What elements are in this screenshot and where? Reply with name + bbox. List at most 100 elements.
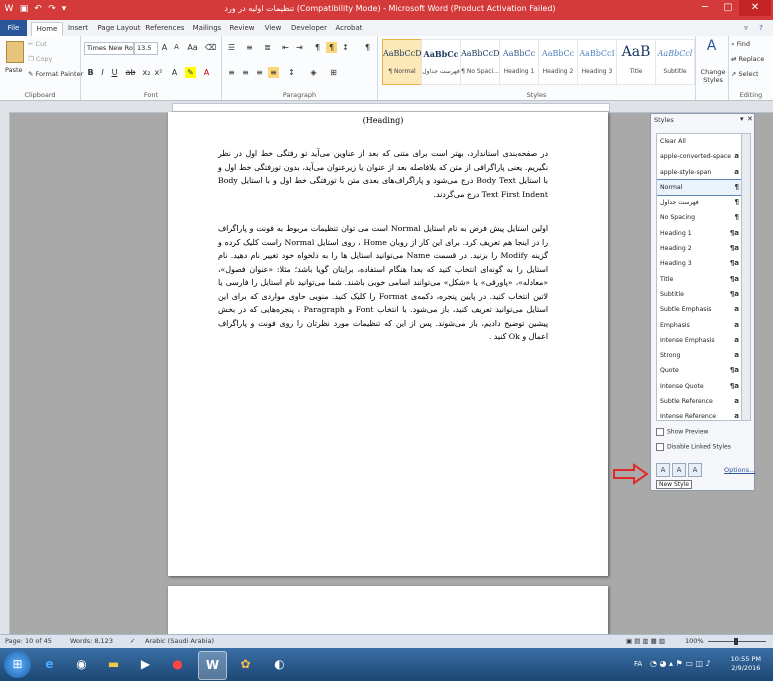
word-taskbar-icon[interactable]: W <box>198 651 227 680</box>
options-link[interactable]: Options... <box>724 466 755 474</box>
tab-references[interactable]: References <box>145 22 185 35</box>
change-styles-icon[interactable]: A <box>706 39 717 53</box>
numbering-icon[interactable]: ≡ <box>244 42 255 53</box>
customize-toolbar-icon[interactable]: ▾ <box>58 3 70 15</box>
cut-button[interactable]: ✂ Cut <box>28 40 47 48</box>
line-spacing-icon[interactable]: ↕ <box>286 67 297 78</box>
vertical-ruler[interactable] <box>0 112 10 634</box>
style-list-scrollbar[interactable] <box>741 133 751 421</box>
find-button[interactable]: ⌕ Find <box>731 40 750 49</box>
language-indicator[interactable]: FA <box>634 660 642 668</box>
font-size-combo[interactable]: 13.5 <box>134 42 158 55</box>
style-item[interactable]: apple-converted-space a <box>657 149 742 164</box>
app-icon[interactable]: ● <box>164 651 191 678</box>
minimize-button[interactable]: ─ <box>693 0 717 16</box>
bold-icon[interactable]: B <box>85 67 96 78</box>
media-player-icon[interactable]: ▶ <box>132 651 159 678</box>
format-painter-button[interactable]: ✎ Format Painter <box>28 70 83 78</box>
zoom-slider[interactable] <box>708 638 766 645</box>
style-item[interactable]: Heading 3 ¶a <box>657 256 742 271</box>
subscript-icon[interactable]: x₂ <box>141 67 152 78</box>
style-item[interactable]: Emphasis a <box>657 318 742 333</box>
ltr-icon[interactable]: ¶ <box>312 42 323 53</box>
style-gallery-no-spacing[interactable]: AaBbCcDc¶ No Spaci... <box>460 39 500 85</box>
clock[interactable]: 10:55 PM 2/9/2016 <box>731 655 761 673</box>
internet-explorer-icon[interactable]: e <box>36 651 63 678</box>
style-gallery-heading-2[interactable]: AaBbCc Heading 2 <box>538 39 578 85</box>
file-explorer-icon[interactable]: ▬ <box>100 651 127 678</box>
paste-button[interactable]: Paste <box>5 66 23 74</box>
rtl-icon[interactable]: ¶ <box>326 42 337 53</box>
help-icon[interactable]: ? <box>755 22 767 35</box>
strikethrough-icon[interactable]: ab <box>125 67 136 78</box>
justify-icon[interactable]: ≡ <box>268 67 279 78</box>
multilevel-list-icon[interactable]: ≣ <box>262 42 273 53</box>
zoom-level[interactable]: 100% <box>685 637 704 645</box>
highlight-icon[interactable]: ✎ <box>185 67 196 78</box>
save-icon[interactable]: ▣ <box>18 3 30 15</box>
tray-icons[interactable]: ◔ ◕ ▴ ⚑ ▭ ◫ ♪ <box>650 659 711 668</box>
tab-acrobat[interactable]: Acrobat <box>333 22 365 35</box>
maximize-button[interactable]: ▢ <box>717 0 739 16</box>
language-status[interactable]: Arabic (Saudi Arabia) <box>145 637 214 645</box>
word-app-icon[interactable]: W <box>3 3 15 15</box>
superscript-icon[interactable]: x² <box>153 67 164 78</box>
italic-icon[interactable]: I <box>97 67 108 78</box>
style-item[interactable]: Subtle Reference a <box>657 394 742 409</box>
manage-styles-button[interactable]: A <box>688 463 702 477</box>
change-case-icon[interactable]: Aa <box>187 42 198 53</box>
tab-review[interactable]: Review <box>228 22 256 35</box>
tab-view[interactable]: View <box>261 22 285 35</box>
undo-icon[interactable]: ↶ <box>32 3 44 15</box>
style-gallery-subtitle[interactable]: AaBbCcl Subtitle <box>655 39 695 85</box>
tab-developer[interactable]: Developer <box>289 22 329 35</box>
tab-home[interactable]: Home <box>31 22 63 37</box>
grow-font-icon[interactable]: A <box>159 42 170 53</box>
redo-icon[interactable]: ↷ <box>46 3 58 15</box>
ribbon-collapse-icon[interactable]: ▿ <box>740 22 752 35</box>
style-item[interactable]: Intense Reference a <box>657 409 742 420</box>
page-count[interactable]: Page: 10 of 45 <box>5 637 52 645</box>
style-gallery-normal[interactable]: AaBbCcDc¶ Normal <box>382 39 422 85</box>
new-style-button[interactable]: A <box>656 463 670 477</box>
style-item-clear-all[interactable]: Clear All <box>657 134 742 149</box>
style-item[interactable]: Intense Quote ¶a <box>657 379 742 394</box>
align-right-icon[interactable]: ≡ <box>254 67 265 78</box>
style-list[interactable]: Clear All apple-converted-space a apple-s… <box>656 133 743 421</box>
style-gallery-heading-3[interactable]: AaBbCcI Heading 3 <box>577 39 617 85</box>
font-name-combo[interactable]: Times New Rom <box>84 42 134 55</box>
sort-icon[interactable]: ↕ <box>340 42 351 53</box>
style-gallery-title[interactable]: AaB Title <box>616 39 656 85</box>
style-item[interactable]: Title ¶a <box>657 272 742 287</box>
style-item[interactable]: Subtitle ¶a <box>657 287 742 302</box>
font-color-icon[interactable]: A <box>201 67 212 78</box>
replace-button[interactable]: ⇄ Replace <box>731 55 764 63</box>
copy-button[interactable]: ❐ Copy <box>28 55 52 63</box>
app2-icon[interactable]: ✿ <box>232 651 259 678</box>
text-effects-icon[interactable]: A <box>169 67 180 78</box>
style-gallery-table-list[interactable]: AaBbCc فهرست جداول <box>421 39 461 85</box>
app3-icon[interactable]: ◐ <box>266 651 293 678</box>
style-item[interactable]: Heading 1 ¶a <box>657 226 742 241</box>
decrease-indent-icon[interactable]: ⇤ <box>280 42 291 53</box>
style-item[interactable]: Strong a <box>657 348 742 363</box>
close-button[interactable]: ✕ <box>739 0 771 16</box>
document-page[interactable]: (Heading) در صفحه‌بندی استاندارد، بهتر ا… <box>168 112 608 576</box>
paste-icon[interactable] <box>6 41 24 63</box>
style-item[interactable]: فهرست جداول ¶ <box>657 195 742 210</box>
show-hide-icon[interactable]: ¶ <box>362 42 373 53</box>
style-item-normal[interactable]: Normal ¶ <box>657 178 742 197</box>
proofing-icon[interactable]: ✓ <box>130 637 135 645</box>
view-buttons[interactable]: ▣ ▤ ▥ ▦ ▧ <box>626 637 665 645</box>
start-button[interactable]: ⊞ <box>4 651 31 678</box>
show-preview-checkbox[interactable]: Show Preview <box>656 428 708 436</box>
increase-indent-icon[interactable]: ⇥ <box>294 42 305 53</box>
tab-file[interactable]: File <box>0 20 27 36</box>
paragraph-1[interactable]: در صفحه‌بندی استاندارد، بهتر است برای مت… <box>218 147 548 201</box>
style-item[interactable]: Quote ¶a <box>657 363 742 378</box>
borders-icon[interactable]: ⊞ <box>328 67 339 78</box>
style-item[interactable]: apple-style-span a <box>657 165 742 180</box>
next-page[interactable] <box>168 586 608 634</box>
pane-menu-icon[interactable]: ▾ <box>740 115 744 123</box>
style-item[interactable]: No Spacing ¶ <box>657 210 742 225</box>
